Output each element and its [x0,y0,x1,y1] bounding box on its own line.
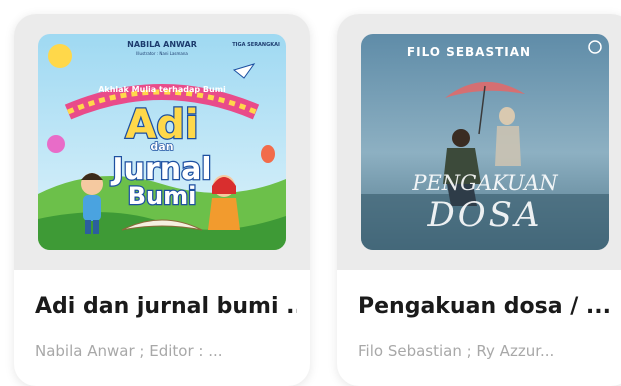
cover-author: NABILA ANWAR [127,40,197,49]
book-cover-area: NABILA ANWAR Illustrator : Nani Lasmana … [14,14,310,270]
book-title[interactable]: Pengakuan dosa / ... [358,294,620,319]
book-cover-image[interactable]: NABILA ANWAR Illustrator : Nani Lasmana … [38,34,286,250]
book-cover-area: FILO SEBASTIAN PENGAKUAN DOSA [337,14,621,270]
cover-illustrator: Illustrator : Nani Lasmana [136,51,188,56]
book-title[interactable]: Adi dan jurnal bumi ... [35,294,297,319]
cover-title-dosa: DOSA [427,195,543,235]
cover-title-bumi: Bumi [128,182,197,210]
book-card-adi-dan-jurnal-bumi[interactable]: NABILA ANWAR Illustrator : Nani Lasmana … [14,14,310,386]
book-card-pengakuan-dosa[interactable]: FILO SEBASTIAN PENGAKUAN DOSA Pengakuan … [337,14,621,386]
book-cover-image[interactable]: FILO SEBASTIAN PENGAKUAN DOSA [361,34,609,250]
cover-title-pengakuan: PENGAKUAN [411,171,558,195]
book-author: Nabila Anwar ; Editor : ... [35,342,223,360]
cover-author: FILO SEBASTIAN [407,45,531,59]
cover-subtitle: Akhlak Mulia terhadap Bumi [98,85,226,94]
cover-publisher: TIGA SERANGKAI [232,42,280,48]
book-author: Filo Sebastian ; Ry Azzur... [358,342,555,360]
